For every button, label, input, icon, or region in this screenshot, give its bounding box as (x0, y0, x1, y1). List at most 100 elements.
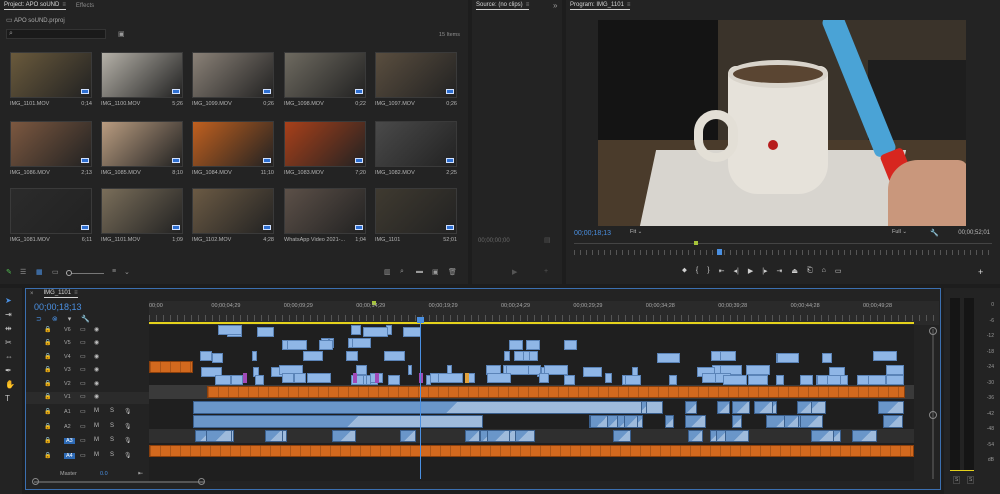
new-item-icon[interactable]: ▣ (432, 268, 439, 276)
audio-clip[interactable] (665, 415, 674, 428)
thumbnail-image[interactable] (375, 188, 457, 234)
project-item[interactable]: IMG_1086.MOV 2;13 (10, 121, 92, 177)
audio-clip-a3[interactable] (265, 430, 284, 442)
lock-icon[interactable]: 🔒 (44, 380, 51, 387)
video-clip[interactable] (886, 365, 904, 375)
wrench-icon[interactable]: 🔧 (930, 229, 939, 237)
audio-clip-a2[interactable] (193, 415, 483, 428)
video-clip[interactable] (539, 373, 549, 383)
audio-clip-a1[interactable] (193, 401, 663, 414)
zoom-slider[interactable] (66, 270, 104, 276)
video-clip[interactable] (822, 353, 833, 363)
sync-lock-icon[interactable]: ▭ (80, 326, 86, 333)
zoom-handle-bottom[interactable] (929, 411, 937, 419)
audio-clip-a3[interactable] (331, 430, 356, 442)
project-item[interactable]: IMG_1097.MOV 0;26 (375, 52, 457, 108)
audio-clip[interactable] (731, 401, 751, 414)
solo-button[interactable]: S (110, 452, 114, 458)
audio-clip[interactable] (784, 415, 800, 428)
video-clip[interactable] (199, 351, 212, 361)
tab-sequence[interactable]: IMG_1101 ≡ (43, 290, 78, 298)
source-settings-icon[interactable]: ▤ (544, 236, 551, 244)
video-clip[interactable] (356, 365, 367, 375)
automate-icon[interactable]: ▥ (384, 268, 391, 276)
search-input[interactable]: ⌕ (6, 29, 106, 39)
mute-button[interactable]: M (94, 408, 99, 414)
video-clip[interactable] (211, 353, 223, 363)
mute-button[interactable]: M (94, 437, 99, 443)
audio-clip[interactable] (754, 401, 773, 414)
video-clip[interactable] (363, 327, 389, 337)
go-to-in-icon[interactable]: ⇤ (719, 267, 725, 275)
playhead-handle[interactable] (417, 317, 424, 323)
time-ruler[interactable]: 00;00 00;00;04;29 00;00;09;29 00;00;14;29 00… (149, 301, 939, 325)
voice-over-icon[interactable]: 🎙 (124, 452, 132, 459)
video-clip[interactable] (816, 375, 829, 385)
video-clip[interactable] (351, 338, 371, 348)
lock-icon[interactable]: 🔒 (44, 408, 51, 415)
fit-select[interactable]: Fit ⌄ (630, 229, 662, 238)
video-clip[interactable] (748, 375, 768, 385)
slip-tool-icon[interactable]: ⇔ (5, 352, 15, 361)
project-item[interactable]: IMG_1085.MOV 8;10 (101, 121, 183, 177)
master-volume[interactable]: 0.0 (100, 471, 108, 477)
eye-icon[interactable]: ◉ (94, 326, 99, 333)
thumbnail-image[interactable] (284, 188, 366, 234)
program-scrub-bar[interactable] (574, 241, 992, 257)
project-item[interactable]: IMG_1081.MOV 6;11 (10, 188, 92, 244)
audio-clip[interactable] (623, 415, 638, 428)
audio-clip[interactable] (640, 401, 647, 414)
video-clip[interactable] (384, 351, 406, 361)
go-to-end-icon[interactable]: ⇤ (138, 470, 143, 477)
thumbnail-image[interactable] (192, 52, 274, 98)
thumbnail-image[interactable] (101, 188, 183, 234)
type-tool-icon[interactable]: T (5, 394, 15, 403)
video-clip[interactable] (351, 325, 362, 335)
program-add-icon[interactable]: + (978, 267, 983, 277)
video-clip[interactable] (255, 375, 264, 385)
video-clip[interactable] (303, 351, 323, 361)
find-icon[interactable]: ⌕ (400, 268, 404, 276)
project-item[interactable]: IMG_1084.MOV 11;10 (192, 121, 274, 177)
video-clip[interactable] (345, 351, 359, 361)
voice-over-icon[interactable]: 🎙 (124, 437, 132, 444)
audio-clip-a3[interactable] (400, 430, 417, 442)
thumbnail-image[interactable] (284, 52, 366, 98)
add-marker-icon[interactable]: ▾ (68, 315, 72, 323)
audio-clip-a3[interactable] (465, 430, 480, 442)
sync-lock-icon[interactable]: ▭ (80, 393, 86, 400)
video-clip[interactable] (217, 325, 243, 335)
eye-icon[interactable]: ◉ (94, 353, 99, 360)
zoom-slider-handle[interactable] (66, 270, 72, 276)
video-clip[interactable] (486, 373, 511, 383)
video-clip[interactable] (523, 351, 531, 361)
scroll-handle-left[interactable] (32, 478, 39, 485)
project-item[interactable]: IMG_1101.MOV 1;09 (101, 188, 183, 244)
horizontal-scrollbar[interactable] (34, 481, 204, 483)
tab-project[interactable]: Project: APO soUND ≡ (4, 2, 66, 10)
video-clip[interactable] (526, 340, 541, 350)
track-select-icon[interactable]: ⇥ (5, 310, 15, 319)
video-clip[interactable] (388, 375, 401, 385)
sync-lock-icon[interactable]: ▭ (80, 437, 86, 444)
voice-over-icon[interactable]: 🎙 (124, 408, 132, 415)
video-clip[interactable] (885, 375, 904, 385)
trash-icon[interactable]: 🗑 (448, 268, 457, 276)
video-clip[interactable] (407, 365, 413, 375)
solo-button[interactable]: S (110, 423, 114, 429)
export-frame-icon[interactable]: ⌂ (822, 267, 826, 275)
video-clip[interactable] (252, 351, 257, 361)
lock-icon[interactable]: 🔒 (44, 366, 51, 373)
video-clip[interactable] (799, 375, 814, 385)
video-clip-purple[interactable] (353, 373, 357, 383)
audio-clip[interactable] (716, 401, 731, 414)
audio-clip-a3[interactable] (206, 430, 232, 442)
close-sequence-icon[interactable]: × (30, 291, 34, 297)
snap-icon[interactable]: ⊃ (36, 315, 42, 323)
thumbnail-image[interactable] (192, 188, 274, 234)
audio-clip-a3[interactable] (687, 430, 703, 442)
pencil-icon[interactable]: ✎ (6, 268, 12, 276)
video-clip[interactable] (365, 375, 371, 385)
video-clip[interactable] (776, 353, 800, 363)
video-clip[interactable] (563, 340, 578, 350)
